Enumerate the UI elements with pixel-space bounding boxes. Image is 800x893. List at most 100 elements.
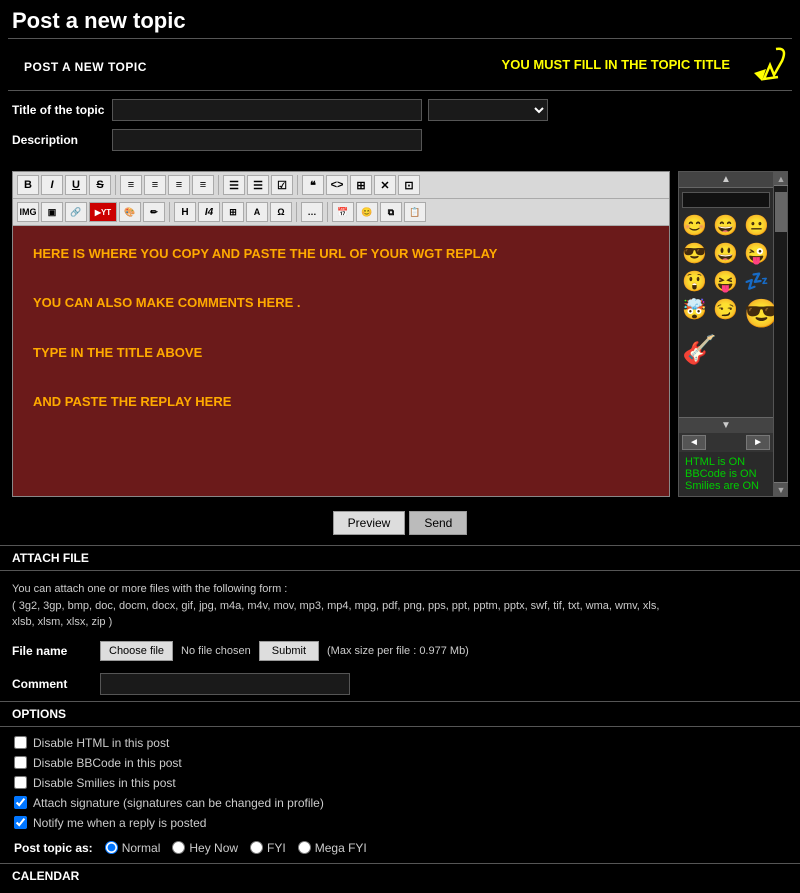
option-checkbox-4[interactable] [14,816,27,829]
radio-fyi[interactable]: FYI [250,841,286,855]
align-center-btn[interactable]: ≡ [144,175,166,195]
smiley-btn[interactable]: 😊 [356,202,378,222]
align-right-btn[interactable]: ≡ [168,175,190,195]
emoji-10[interactable]: 😏 [713,297,741,330]
title-dropdown[interactable] [428,99,548,121]
emoji-2[interactable]: 😐 [744,213,772,238]
align-left-btn[interactable]: ≡ [120,175,142,195]
max-size-text: (Max size per file : 0.977 Mb) [327,645,469,657]
bold-btn[interactable]: B [17,175,39,195]
img-btn[interactable]: IMG [17,202,39,222]
title-label: Title of the topic [12,103,112,117]
radio-fyi-input[interactable] [250,841,263,854]
radio-megafyi-input[interactable] [298,841,311,854]
a-btn[interactable]: I4 [198,202,220,222]
align-justify-btn[interactable]: ≡ [192,175,214,195]
emoji-4[interactable]: 😃 [713,241,741,266]
color-btn[interactable]: 🎨 [119,202,141,222]
extra-btn[interactable]: ⊡ [398,175,420,195]
choose-file-button[interactable]: Choose file [100,641,173,661]
attach-info-line1: You can attach one or more files with th… [12,581,788,598]
emoji-11[interactable]: 😎 [744,297,772,330]
option-label-1: Disable BBCode in this post [33,756,182,770]
emoji-nav: ◄ ► [679,433,773,452]
emoji-7[interactable]: 😝 [713,269,741,294]
option-checkbox-2[interactable] [14,776,27,789]
emoji-9[interactable]: 🤯 [682,297,710,330]
scrollbar-up[interactable]: ▲ [774,172,788,186]
radio-normal[interactable]: Normal [105,841,161,855]
emoji-12[interactable]: 🎸 [682,333,710,366]
emoji-prev[interactable]: ◄ [682,435,706,450]
scrollbar-down[interactable]: ▼ [774,482,788,496]
radio-normal-input[interactable] [105,841,118,854]
link-btn[interactable]: 🔗 [65,202,87,222]
italic-btn[interactable]: I [41,175,63,195]
list-ul-btn[interactable]: ☰ [223,175,245,195]
option-label-2: Disable Smilies in this post [33,776,176,790]
send-button[interactable]: Send [409,511,467,535]
description-input[interactable] [112,129,422,151]
radio-megafyi-label: Mega FYI [315,841,367,855]
strikethrough-btn[interactable]: S [89,175,111,195]
emoji-scroll-down[interactable]: ▼ [679,417,773,433]
emoji-5[interactable]: 😜 [744,241,772,266]
custom-btn[interactable]: Ω [270,202,292,222]
preview-button[interactable]: Preview [333,511,406,535]
code-info: HTML is ON BBCode is ON Smilies are ON [679,452,773,496]
h-btn[interactable]: H [174,202,196,222]
quote-btn[interactable]: ❝ [302,175,324,195]
emoji-grid: 😊 😄 😐 😎 😃 😜 😲 😝 💤 🤯 😏 😎 🎸 [679,210,773,369]
comment-row: Comment [0,667,800,701]
youtube-btn[interactable]: ▶YT [89,202,117,222]
radio-heynow-input[interactable] [172,841,185,854]
sep6 [327,202,328,222]
toolbar-row2: IMG ▣ 🔗 ▶YT 🎨 ✏ H I4 ⊞ A Ω … 📅 😊 ⧉ 📋 [13,199,669,226]
option-row-3: Attach signature (signatures can be chan… [0,793,800,813]
emoji-8[interactable]: 💤 [744,269,772,294]
more-btn[interactable]: … [301,202,323,222]
emoji-3[interactable]: 😎 [682,241,710,266]
attach-submit-button[interactable]: Submit [259,641,319,661]
emoji-1[interactable]: 😄 [713,213,741,238]
title-input[interactable] [112,99,422,121]
option-label-4: Notify me when a reply is posted [33,816,206,830]
editor-content[interactable]: HERE IS WHERE YOU COPY AND PASTE THE URL… [13,226,669,496]
option-checkbox-3[interactable] [14,796,27,809]
calendar-btn[interactable]: 📅 [332,202,354,222]
emoji-0[interactable]: 😊 [682,213,710,238]
emoji-next[interactable]: ► [746,435,770,450]
editor-main: B I U S ≡ ≡ ≡ ≡ ☰ ☰ ☑ ❝ <> ⊞ ✕ ⊡ IMG ▣ 🔗… [12,171,670,497]
scrollbar-thumb[interactable] [775,192,787,232]
calendar-header: CALENDAR [0,863,800,888]
options-header: OPTIONS [0,701,800,727]
option-row-0: Disable HTML in this post [0,733,800,753]
underline-btn[interactable]: U [65,175,87,195]
emoji-scrollbar: ▲ ▼ [774,171,788,497]
emoji-search[interactable] [682,192,770,208]
option-checkbox-0[interactable] [14,736,27,749]
list-check-btn[interactable]: ☑ [271,175,293,195]
option-label-0: Disable HTML in this post [33,736,169,750]
file-name-row: File name Choose file No file chosen Sub… [0,635,800,667]
paste-btn[interactable]: 📋 [404,202,426,222]
font-btn[interactable]: A [246,202,268,222]
list-ol-btn[interactable]: ☰ [247,175,269,195]
copy-btn[interactable]: ⧉ [380,202,402,222]
comment-input[interactable] [100,673,350,695]
code-btn[interactable]: <> [326,175,348,195]
emoji-6[interactable]: 😲 [682,269,710,294]
clear-btn[interactable]: ✕ [374,175,396,195]
table-btn[interactable]: ⊞ [222,202,244,222]
radio-megafyi[interactable]: Mega FYI [298,841,367,855]
media-btn[interactable]: ▣ [41,202,63,222]
sep5 [296,202,297,222]
editor-line2: YOU CAN ALSO MAKE COMMENTS HERE . [33,291,649,316]
emoji-scroll-up[interactable]: ▲ [679,172,773,188]
option-checkbox-1[interactable] [14,756,27,769]
arrow-icon [738,45,788,84]
radio-heynow[interactable]: Hey Now [172,841,238,855]
pencil-btn[interactable]: ✏ [143,202,165,222]
insert-btn[interactable]: ⊞ [350,175,372,195]
description-label: Description [12,133,112,147]
